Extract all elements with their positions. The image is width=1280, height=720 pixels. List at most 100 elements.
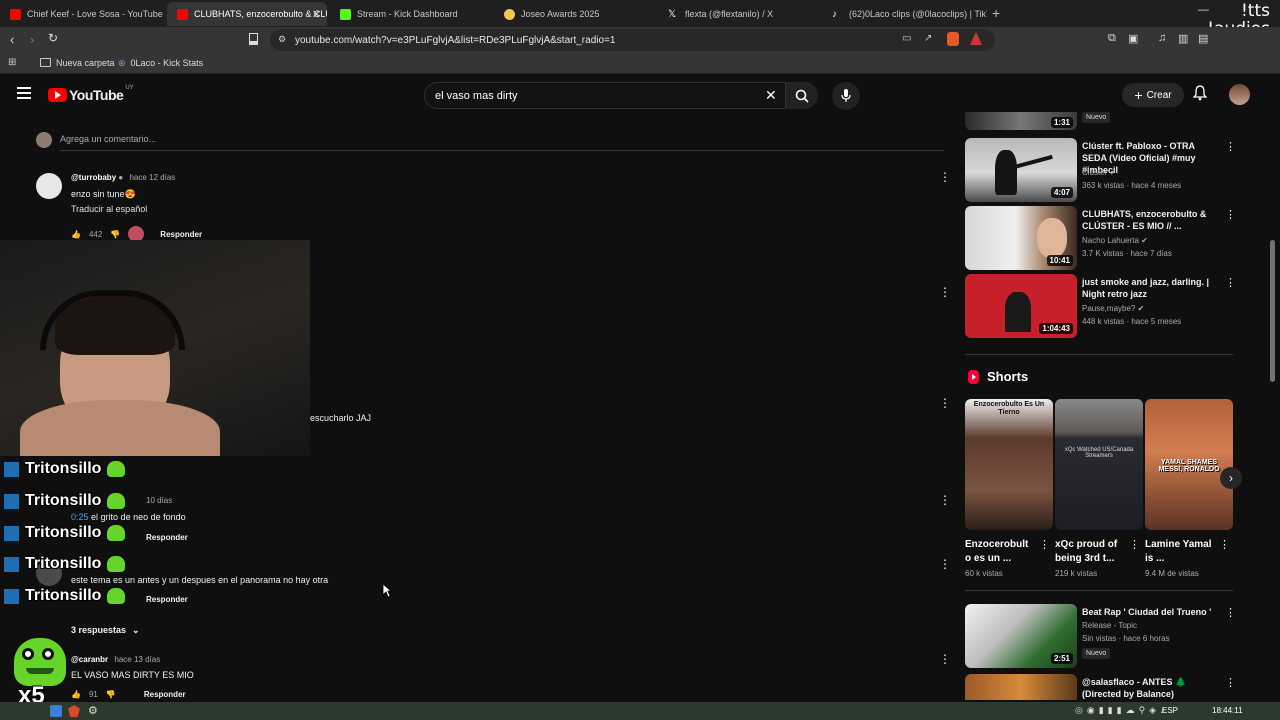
video-title[interactable]: Beat Rap ' Ciudad del Trueno ': [1082, 606, 1217, 618]
media-icon[interactable]: ♫: [1158, 32, 1166, 44]
timestamp-link[interactable]: 0:25: [71, 512, 89, 522]
site-info-icon[interactable]: ⚙: [278, 34, 286, 45]
comment-time[interactable]: hace 13 días: [114, 655, 160, 664]
brave-rewards-icon[interactable]: [970, 32, 982, 45]
video-thumbnail[interactable]: 10:41: [965, 206, 1077, 270]
tab-joseo-awards[interactable]: Joseo Awards 2025: [494, 2, 659, 26]
input-language[interactable]: ESP: [1162, 706, 1178, 715]
comment-time[interactable]: 10 días: [146, 496, 172, 505]
short-thumbnail[interactable]: xQc Watched US/Canada Streamers: [1055, 399, 1143, 530]
video-thumbnail[interactable]: 1:31: [965, 112, 1077, 130]
video-menu-icon[interactable]: ⋮: [1225, 676, 1235, 689]
translate-link[interactable]: Traducir al español: [71, 204, 147, 214]
commenter-avatar[interactable]: [36, 173, 62, 199]
short-card[interactable]: xQc Watched US/Canada Streamers xQc prou…: [1055, 399, 1143, 578]
comment-menu-icon[interactable]: ⋮: [939, 396, 951, 410]
bookmark-icon[interactable]: [249, 33, 258, 45]
comment-menu-icon[interactable]: ⋮: [939, 285, 951, 299]
shorts-next-button[interactable]: ›: [1220, 467, 1242, 489]
like-icon[interactable]: 👍: [71, 230, 81, 239]
tab-tiktok[interactable]: ♪ (62)0Laco clips (@0lacoclips) | TikTok: [822, 2, 987, 26]
video-title[interactable]: just smoke and jazz, darling. | Night re…: [1082, 276, 1217, 300]
reply-button[interactable]: Responder: [146, 533, 188, 542]
page-scrollbar-thumb[interactable]: [1270, 240, 1275, 382]
video-thumbnail[interactable]: 2:51: [965, 604, 1077, 668]
comment-menu-icon[interactable]: ⋮: [939, 170, 951, 184]
video-channel[interactable]: Nacho Lahuerta ✔: [1082, 236, 1148, 245]
video-thumbnail[interactable]: 4:07: [965, 138, 1077, 202]
video-menu-icon[interactable]: ⋮: [1225, 276, 1236, 289]
related-video[interactable]: 2:51 Beat Rap ' Ciudad del Trueno ' Rele…: [965, 604, 1236, 668]
video-thumbnail[interactable]: 1:04:43: [965, 274, 1077, 338]
comment-menu-icon[interactable]: ⋮: [939, 493, 951, 507]
share-icon[interactable]: ↗: [924, 33, 932, 44]
apps-grid-icon[interactable]: ⊞: [8, 57, 16, 68]
video-channel[interactable]: Release - Topic: [1082, 621, 1137, 630]
clear-search-icon[interactable]: ✕: [765, 87, 777, 104]
tab-clubhats[interactable]: CLUBHATS, enzocerobulto & CLÚ ✕: [167, 2, 327, 26]
related-video[interactable]: 1:04:43 just smoke and jazz, darling. | …: [965, 274, 1236, 338]
install-app-icon[interactable]: ▭: [902, 33, 911, 44]
reply-button[interactable]: Responder: [160, 230, 202, 239]
taskbar-clock[interactable]: 18:44:11: [1212, 706, 1243, 715]
new-tab-icon[interactable]: +: [992, 5, 1000, 21]
reply-button[interactable]: Responder: [144, 690, 186, 699]
dislike-icon[interactable]: 👎: [106, 690, 116, 699]
search-input[interactable]: el vaso mas dirty ✕: [424, 82, 786, 109]
short-menu-icon[interactable]: ⋮: [1219, 538, 1230, 551]
search-button[interactable]: [786, 82, 818, 109]
system-tray-icons[interactable]: ◎◉▮▮▮☁⚲◈♪: [1075, 705, 1169, 716]
voice-search-button[interactable]: [832, 82, 860, 110]
extensions-icon[interactable]: ⧉: [1108, 32, 1116, 45]
video-channel[interactable]: Clúster ✔: [1082, 168, 1116, 177]
brave-shield-icon[interactable]: [947, 32, 959, 46]
wallet-icon[interactable]: ▤: [1198, 32, 1208, 45]
settings-icon[interactable]: ⚙: [88, 704, 98, 717]
back-icon[interactable]: ‹: [10, 32, 14, 47]
close-tab-icon[interactable]: ✕: [312, 8, 321, 21]
bookmark-folder-nueva-carpeta[interactable]: Nueva carpeta: [40, 58, 115, 68]
tab-chief-keef[interactable]: Chief Keef - Love Sosa - YouTube: [0, 2, 165, 26]
related-video-partial[interactable]: 1:31 Nuevo: [965, 112, 1235, 130]
hamburger-menu-icon[interactable]: [17, 87, 31, 99]
tab-kick-dashboard[interactable]: Stream - Kick Dashboard: [330, 2, 495, 26]
bookmark-kick-stats[interactable]: ⊛ 0Laco - Kick Stats: [118, 58, 203, 69]
forward-icon[interactable]: ›: [30, 32, 34, 47]
video-title[interactable]: CLUBHATS, enzocerobulto & CLÚSTER - ES M…: [1082, 208, 1217, 232]
short-card[interactable]: YAMAL SHAMES MESSI, RONALDO Lamine Yamal…: [1145, 399, 1233, 578]
add-comment-input[interactable]: Agrega un comentario...: [60, 134, 156, 144]
brave-taskbar-icon[interactable]: [68, 705, 80, 717]
short-thumbnail[interactable]: Enzocerobulto Es Un Tierno: [965, 399, 1053, 530]
comment-menu-icon[interactable]: ⋮: [939, 557, 951, 571]
comment-menu-icon[interactable]: ⋮: [939, 652, 951, 666]
video-channel[interactable]: Pause,maybe? ✔: [1082, 304, 1144, 313]
url-input[interactable]: ⚙ youtube.com/watch?v=e3PLuFglvjA&list=R…: [270, 29, 995, 51]
video-menu-icon[interactable]: ⋮: [1225, 140, 1236, 153]
like-icon[interactable]: 👍: [71, 690, 81, 699]
dislike-icon[interactable]: 👎: [110, 230, 120, 239]
app-icon[interactable]: [50, 705, 62, 717]
sidebar-toggle-icon[interactable]: ▣: [1128, 32, 1138, 45]
related-video[interactable]: @salasflaco - ANTES 🌲 (Directed by Balan…: [965, 674, 1235, 700]
video-thumbnail[interactable]: [965, 674, 1077, 700]
show-replies-button[interactable]: 3 respuestas ⌄: [71, 625, 140, 636]
short-menu-icon[interactable]: ⋮: [1129, 538, 1140, 551]
create-button[interactable]: + Crear: [1122, 83, 1184, 107]
short-title[interactable]: xQc proud of being 3rd t...: [1055, 538, 1125, 566]
account-avatar[interactable]: [1229, 84, 1250, 105]
short-thumbnail[interactable]: YAMAL SHAMES MESSI, RONALDO: [1145, 399, 1233, 530]
tab-x-flexta[interactable]: 𝕏 flexta (@flextanilo) / X: [658, 2, 823, 26]
short-card[interactable]: Enzocerobulto Es Un Tierno Enzocerobult …: [965, 399, 1053, 578]
short-menu-icon[interactable]: ⋮: [1039, 538, 1050, 551]
reading-list-icon[interactable]: ▥: [1178, 32, 1188, 45]
comment-author[interactable]: @turrobaby: [71, 173, 116, 182]
reload-icon[interactable]: ↻: [48, 31, 58, 45]
notifications-button[interactable]: [1192, 85, 1208, 106]
comment-time[interactable]: hace 12 días: [129, 173, 175, 182]
comment-author[interactable]: @caranbr: [71, 655, 108, 664]
related-video[interactable]: 4:07 Clúster ft. Pabloxo - OTRA SEDA (Vi…: [965, 138, 1236, 202]
video-menu-icon[interactable]: ⋮: [1225, 208, 1236, 221]
reply-button[interactable]: Responder: [146, 595, 188, 604]
short-title[interactable]: Enzocerobult o es un ...: [965, 538, 1035, 566]
video-menu-icon[interactable]: ⋮: [1225, 606, 1236, 619]
